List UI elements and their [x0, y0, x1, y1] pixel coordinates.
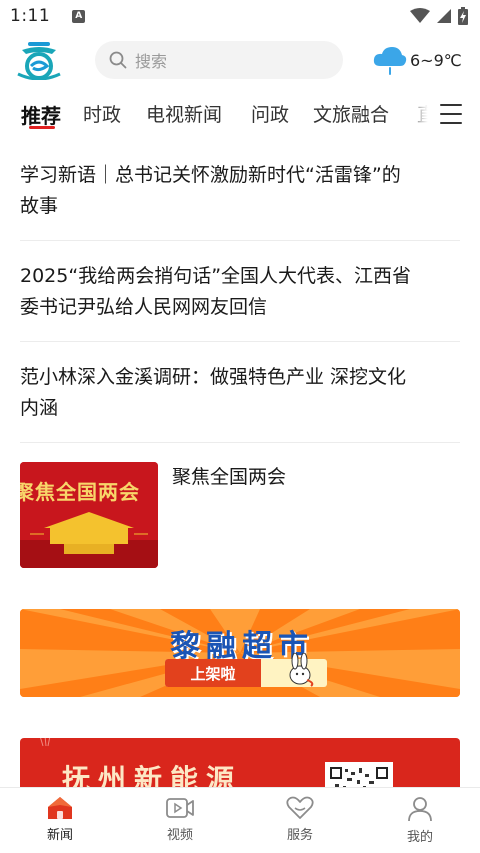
news-title-line: 学习新语｜总书记关怀激励新时代“活雷锋”的 [20, 164, 401, 186]
news-item[interactable]: 范小林深入金溪调研：做强特色产业 深挖文化 内涵 [20, 362, 460, 424]
tab-inquiry[interactable]: 问政 [251, 100, 289, 127]
tab-tv-news[interactable]: 电视新闻 [146, 100, 222, 127]
status-time: 1:11 [10, 6, 51, 26]
market-banner-subtitle: 上架啦 [165, 659, 261, 687]
status-icons [410, 7, 468, 25]
divider [20, 240, 460, 241]
user-icon [408, 797, 432, 822]
video-icon [166, 798, 194, 818]
nav-label: 视频 [166, 828, 193, 843]
search-icon [109, 51, 127, 69]
search-placeholder: 搜索 [135, 52, 168, 71]
channel-tabs: 推荐 时政 电视新闻 问政 文旅融合 直 [0, 92, 480, 140]
rabbit-icon [289, 653, 314, 687]
weather-widget[interactable]: 6~9℃ [372, 44, 462, 76]
nav-service[interactable]: 服务 [260, 796, 340, 843]
energy-banner[interactable]: 抚州新能源 [20, 738, 460, 788]
thumbnail-text: 聚焦全国两会 [20, 480, 140, 504]
active-tab-indicator [29, 126, 55, 129]
home-icon [48, 797, 72, 819]
market-banner[interactable]: 黎融超市 上架啦 [20, 609, 460, 697]
nav-video[interactable]: 视频 [140, 796, 220, 843]
tab-culture-tourism[interactable]: 文旅融合 [313, 100, 389, 127]
wifi-icon [410, 8, 430, 23]
news-thumbnail[interactable]: 聚焦全国两会 [20, 462, 158, 568]
bottom-navigation: 新闻 视频 服务 我的 [0, 787, 480, 853]
app-header: 搜索 6~9℃ [0, 38, 480, 84]
battery-icon [458, 7, 468, 25]
app-logo [17, 42, 61, 80]
qr-code-icon [329, 766, 389, 788]
news-item[interactable]: 2025“我给两会捎句话”全国人大代表、江西省 委书记尹弘给人民网网友回信 [20, 261, 460, 323]
decor-icon [40, 738, 51, 747]
qr-code [325, 762, 393, 788]
cloud-rain-icon [373, 47, 407, 75]
nav-profile[interactable]: 我的 [380, 796, 460, 845]
nav-label: 新闻 [46, 828, 73, 843]
signal-icon [437, 9, 451, 23]
notification-icon: A [72, 9, 86, 23]
divider [20, 341, 460, 342]
news-item[interactable]: 学习新语｜总书记关怀激励新时代“活雷锋”的 故事 [20, 160, 460, 222]
search-bar[interactable]: 搜索 [95, 41, 343, 79]
news-title-line: 2025“我给两会捎句话”全国人大代表、江西省 [20, 265, 412, 287]
market-subtitle-box: 上架啦 [165, 653, 327, 687]
tab-politics[interactable]: 时政 [83, 100, 121, 127]
nav-label: 服务 [286, 828, 313, 843]
news-title-line: 故事 [20, 195, 59, 217]
nav-label: 我的 [406, 830, 433, 845]
divider [20, 442, 460, 443]
tab-recommend[interactable]: 推荐 [21, 100, 61, 129]
status-bar: 1:11 A [0, 0, 480, 32]
energy-banner-title: 抚州新能源 [62, 763, 243, 788]
tabs-fade [404, 92, 438, 136]
news-title[interactable]: 聚焦全国两会 [172, 462, 286, 493]
weather-temperature: 6~9℃ [410, 50, 462, 70]
news-title-line: 委书记尹弘给人民网网友回信 [20, 296, 268, 318]
news-title-line: 范小林深入金溪调研：做强特色产业 深挖文化 [20, 366, 407, 388]
heart-icon [286, 796, 314, 819]
nav-news[interactable]: 新闻 [20, 796, 100, 843]
channel-menu-button[interactable] [440, 104, 462, 124]
news-title-line: 内涵 [20, 397, 59, 419]
